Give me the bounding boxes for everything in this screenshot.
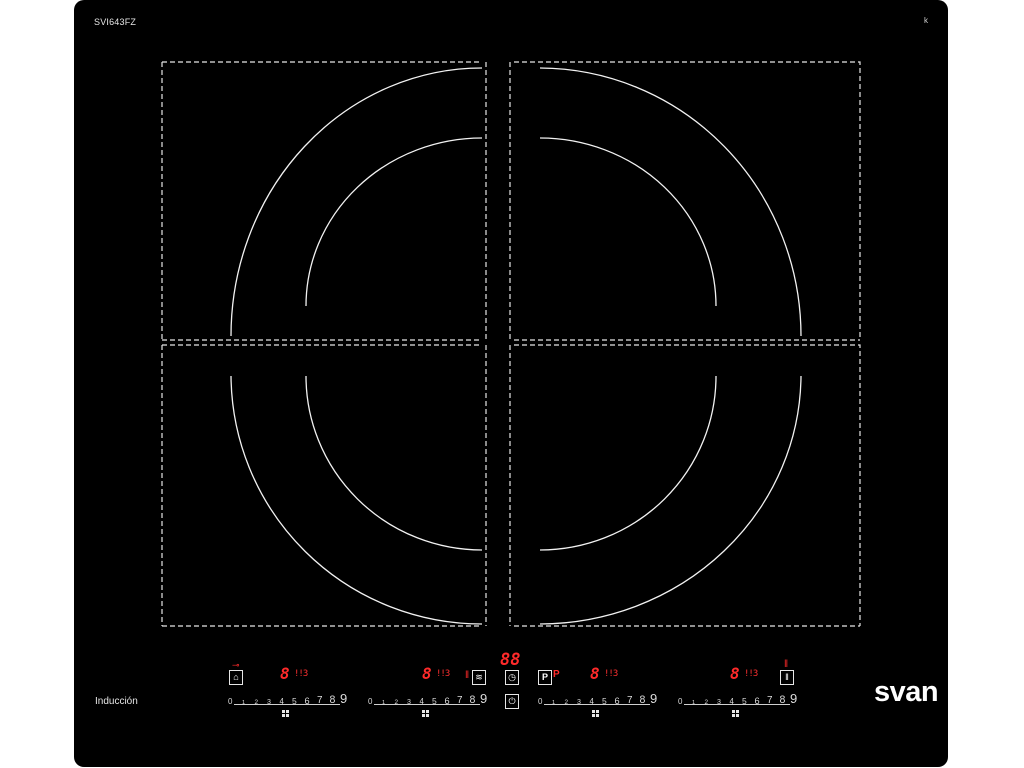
zone-outline-top-right [514, 61, 861, 341]
induction-label: Inducción [95, 696, 138, 707]
power-button[interactable]: ⏻ [505, 694, 519, 709]
slider-level-0[interactable]: 0 [368, 697, 372, 706]
timer-display: 88 [500, 650, 521, 670]
outer-ring-bottom-right [539, 375, 802, 625]
lock-button[interactable]: ⌂ [229, 670, 243, 685]
zone-1-sub-display: !!3 [294, 669, 308, 679]
lock-icon: ⌂ [233, 672, 239, 682]
slider-level-5[interactable]: 5 [602, 696, 607, 706]
zone-2-power-display: 8 [422, 664, 432, 683]
zone-outline-bottom-right [514, 344, 861, 627]
slider-level-8[interactable]: 8 [640, 694, 646, 706]
slider-level-6[interactable]: 6 [445, 696, 450, 706]
stop-button[interactable]: ‖ [780, 670, 794, 685]
stop-indicator: ‖ [784, 659, 789, 670]
bridge-icon[interactable] [732, 710, 740, 718]
bridge-icon[interactable] [422, 710, 430, 718]
pause-icon: P [541, 672, 548, 682]
slider-level-7[interactable]: 7 [457, 695, 463, 706]
slider-level-9[interactable]: 9 [790, 691, 797, 706]
cooktop-panel: SVI643FZ k Inducción svan 88 ⊸ ⌂ 8 !!3 8… [74, 0, 948, 767]
slider-level-9[interactable]: 9 [480, 691, 487, 706]
zone-4-power-display: 8 [730, 664, 740, 683]
zone-1-power-display: 8 [280, 664, 290, 683]
slider-level-4[interactable]: 4 [420, 697, 424, 706]
slider-level-1[interactable]: 1 [552, 700, 555, 706]
slider-level-5[interactable]: 5 [742, 696, 747, 706]
slider-level-1[interactable]: 1 [692, 700, 695, 706]
zone-4-power-slider[interactable]: 0 1 2 3 456789 [678, 691, 798, 706]
outer-ring-top-right [539, 67, 802, 337]
slider-level-6[interactable]: 6 [615, 696, 620, 706]
zone-1-power-slider[interactable]: 0 1 2 3 456789 [228, 691, 348, 706]
brand-logo: svan [874, 676, 939, 708]
inner-ring-bottom-left [305, 375, 483, 551]
slider-level-3[interactable]: 3 [717, 698, 721, 706]
zone-outline-bottom-left [161, 344, 480, 627]
slider-level-9[interactable]: 9 [650, 691, 657, 706]
slider-track [374, 704, 480, 705]
bridge-icon[interactable] [592, 710, 600, 718]
slider-level-1[interactable]: 1 [242, 700, 245, 706]
slider-level-2[interactable]: 2 [255, 699, 259, 706]
pause-button[interactable]: P [538, 670, 552, 685]
zone-3-power-slider[interactable]: 0 1 2 3 456789 [538, 691, 658, 706]
slider-track [544, 704, 650, 705]
slider-level-7[interactable]: 7 [767, 695, 773, 706]
slider-level-5[interactable]: 5 [432, 696, 437, 706]
inner-ring-top-right [539, 137, 717, 307]
slider-level-8[interactable]: 8 [330, 694, 336, 706]
slider-level-3[interactable]: 3 [577, 698, 581, 706]
slider-level-6[interactable]: 6 [755, 696, 760, 706]
inner-ring-top-left [305, 137, 483, 307]
zone-outline-top-left [161, 61, 480, 341]
timer-icon: ◷ [508, 672, 516, 682]
slider-level-5[interactable]: 5 [292, 696, 297, 706]
keep-warm-button[interactable]: ≋ [472, 670, 486, 685]
slider-level-0[interactable]: 0 [228, 697, 232, 706]
slider-level-2[interactable]: 2 [565, 699, 569, 706]
pause-indicator: P [553, 669, 560, 680]
lock-indicator-icon: ⊸ [232, 660, 240, 670]
slider-level-8[interactable]: 8 [780, 694, 786, 706]
outer-ring-top-left [230, 67, 483, 337]
outer-ring-bottom-left [230, 375, 483, 625]
zone-3-sub-display: !!3 [604, 669, 618, 679]
inner-ring-bottom-right [539, 375, 717, 551]
slider-level-1[interactable]: 1 [382, 700, 385, 706]
zone-2-power-slider[interactable]: 0 1 2 3 456789 [368, 691, 488, 706]
slider-level-3[interactable]: 3 [407, 698, 411, 706]
heat-waves-icon: ≋ [475, 672, 483, 682]
slider-level-0[interactable]: 0 [538, 697, 542, 706]
zone-4-sub-display: !!3 [744, 669, 758, 679]
slider-level-7[interactable]: 7 [317, 695, 323, 706]
slider-level-8[interactable]: 8 [470, 694, 476, 706]
slider-level-6[interactable]: 6 [305, 696, 310, 706]
bridge-icon[interactable] [282, 710, 290, 718]
slider-level-2[interactable]: 2 [705, 699, 709, 706]
power-icon: ⏻ [508, 696, 516, 706]
stop-icon: ‖ [785, 672, 789, 682]
slider-level-4[interactable]: 4 [730, 697, 734, 706]
slider-level-9[interactable]: 9 [340, 691, 347, 706]
slider-level-7[interactable]: 7 [627, 695, 633, 706]
slider-track [684, 704, 790, 705]
timer-button[interactable]: ◷ [505, 670, 519, 685]
keep-warm-indicator: ‖ [465, 670, 470, 681]
slider-level-3[interactable]: 3 [267, 698, 271, 706]
slider-level-0[interactable]: 0 [678, 697, 682, 706]
slider-level-4[interactable]: 4 [590, 697, 594, 706]
zone-2-sub-display: !!3 [436, 669, 450, 679]
slider-level-2[interactable]: 2 [395, 699, 399, 706]
zone-3-power-display: 8 [590, 664, 600, 683]
slider-track [234, 704, 340, 705]
slider-level-4[interactable]: 4 [280, 697, 284, 706]
